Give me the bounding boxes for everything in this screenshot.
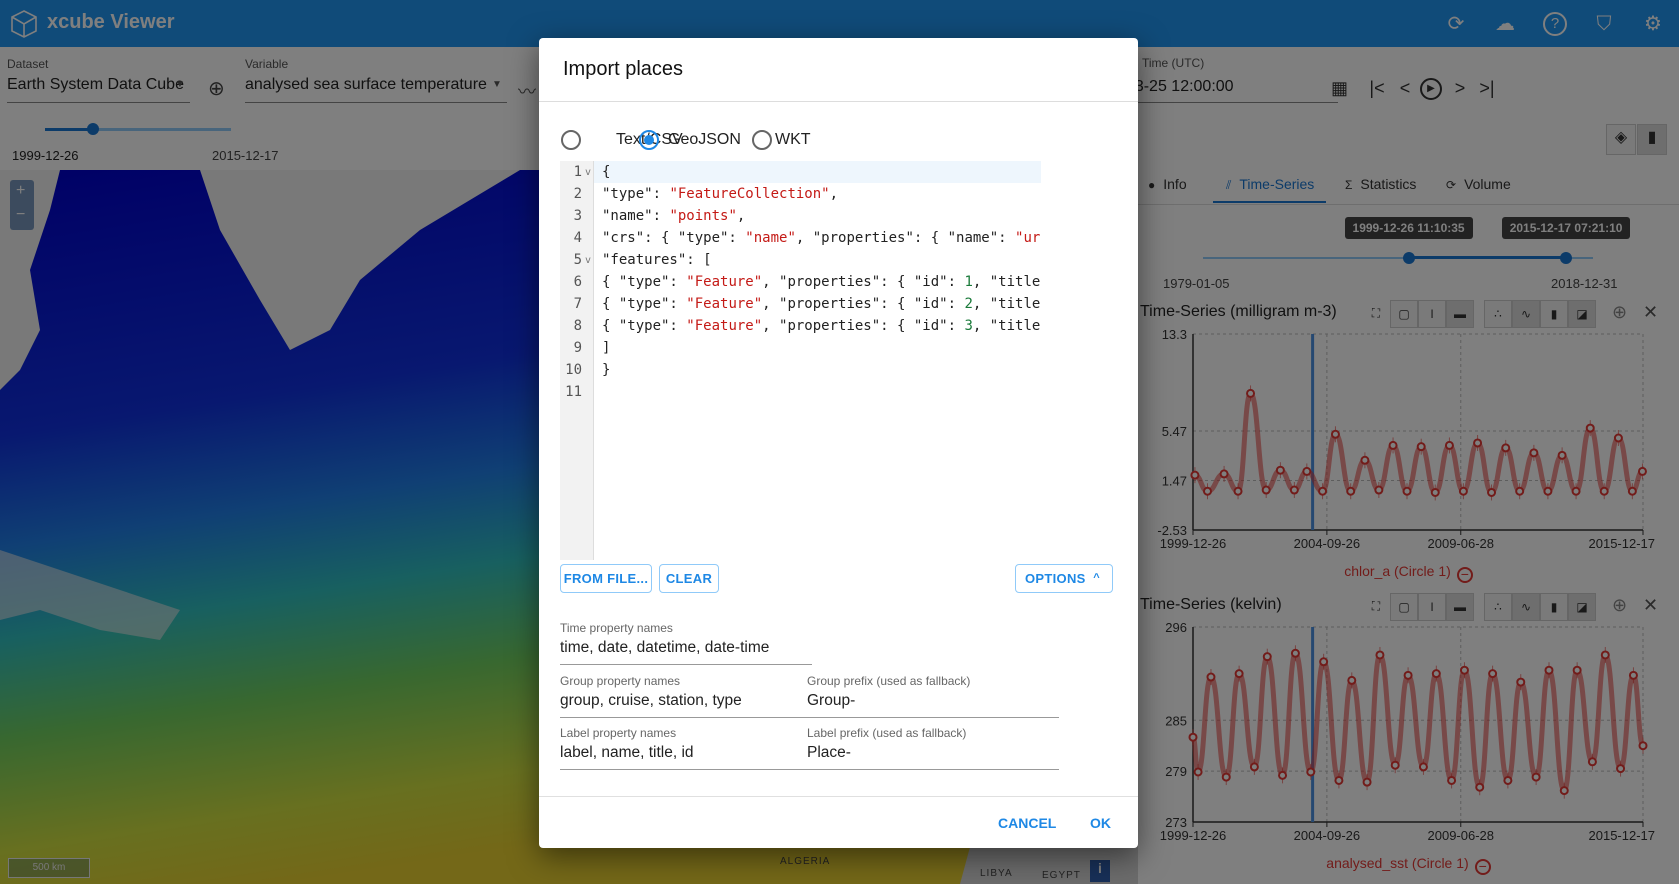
active-line-highlight xyxy=(560,161,1041,183)
code-token: { xyxy=(602,164,611,180)
ok-button[interactable]: OK xyxy=(1090,815,1111,831)
field-label: Group property names xyxy=(560,674,681,688)
code-token: , "title": xyxy=(972,318,1041,334)
code-token: "Feature" xyxy=(686,296,763,312)
line-number: 1 xyxy=(573,164,582,180)
field-label-prefix[interactable]: Label prefix (used as fallback) Place- xyxy=(807,726,1059,772)
code-line: { xyxy=(602,161,610,183)
field-time-names[interactable]: Time property names time, date, datetime,… xyxy=(560,621,812,667)
code-token: "name": xyxy=(602,208,670,224)
radio-checked-icon xyxy=(639,130,659,150)
code-token: "urn:ogc: xyxy=(1015,230,1041,246)
field-input[interactable]: Place- xyxy=(807,744,851,762)
fold-arrow-icon[interactable]: v xyxy=(585,161,591,183)
field-group-prefix[interactable]: Group prefix (used as fallback) Group- xyxy=(807,674,1059,720)
line-number: 4 xyxy=(573,230,582,246)
code-line: "type": "FeatureCollection", xyxy=(602,183,838,205)
divider xyxy=(539,796,1138,797)
field-label-names[interactable]: Label property names label, name, title, … xyxy=(560,726,812,772)
code-line: { "type": "Feature", "properties": { "id… xyxy=(602,293,1041,315)
code-token: 3 xyxy=(964,318,973,334)
code-token: , "properties": { "id": xyxy=(762,296,965,312)
radio-unchecked-icon xyxy=(561,130,581,150)
code-editor[interactable]: 1 v 2 3 4 5 v 6 7 8 9 10 11 {"type": "FeatureCollect… xyxy=(560,161,1041,560)
code-token: , "title": xyxy=(972,274,1041,290)
format-label: GeoJSON xyxy=(668,131,741,148)
field-input[interactable]: Group- xyxy=(807,692,855,710)
field-underline xyxy=(560,717,812,718)
options-label: OPTIONS xyxy=(1025,571,1086,586)
line-number: 8 xyxy=(573,318,582,334)
field-label: Label prefix (used as fallback) xyxy=(807,726,967,740)
line-number: 9 xyxy=(573,340,582,356)
code-token: "name" xyxy=(745,230,796,246)
code-token: { "type": xyxy=(602,274,687,290)
line-number: 6 xyxy=(573,274,582,290)
code-line: } xyxy=(602,359,610,381)
editor-gutter: 1 v 2 3 4 5 v 6 7 8 9 10 11 xyxy=(560,161,594,560)
field-label: Time property names xyxy=(560,621,673,635)
code-token: "type": xyxy=(602,186,670,202)
from-file-button[interactable]: FROM FILE... xyxy=(560,564,652,593)
clear-button[interactable]: CLEAR xyxy=(659,564,719,593)
code-line: ] xyxy=(602,337,610,359)
code-token: "features": [ xyxy=(602,252,712,268)
code-line: "crs": { "type": "name", "properties": {… xyxy=(602,227,1041,249)
code-token: , "title": xyxy=(972,296,1041,312)
divider xyxy=(539,101,1138,102)
code-token: "FeatureCollection" xyxy=(669,186,830,202)
code-line: "name": "points", xyxy=(602,205,745,227)
dialog-title: Import places xyxy=(563,58,684,80)
field-input[interactable]: group, cruise, station, type xyxy=(560,692,742,710)
format-label: WKT xyxy=(775,131,811,148)
code-token: "crs": { "type": xyxy=(602,230,746,246)
code-token: { "type": xyxy=(602,318,687,334)
code-token: } xyxy=(602,362,611,378)
code-token: , xyxy=(736,208,746,224)
code-line: { "type": "Feature", "properties": { "id… xyxy=(602,271,1041,293)
line-number: 3 xyxy=(573,208,582,224)
line-number: 7 xyxy=(573,296,582,312)
code-token: 1 xyxy=(964,274,973,290)
field-underline xyxy=(807,717,1059,718)
cancel-button[interactable]: CANCEL xyxy=(998,815,1056,831)
fold-arrow-icon[interactable]: v xyxy=(585,249,591,271)
code-token: "Feature" xyxy=(686,274,763,290)
field-underline xyxy=(560,769,812,770)
code-line: "features": [ xyxy=(602,249,712,271)
options-button[interactable]: OPTIONS ^ xyxy=(1015,564,1113,593)
code-line: { "type": "Feature", "properties": { "id… xyxy=(602,315,1041,337)
code-token: 2 xyxy=(964,296,973,312)
line-number: 2 xyxy=(573,186,582,202)
field-label: Label property names xyxy=(560,726,677,740)
field-input[interactable]: label, name, title, id xyxy=(560,744,694,762)
code-token: , xyxy=(829,186,839,202)
radio-unchecked-icon xyxy=(752,130,772,150)
code-token: , "properties": { "id": xyxy=(762,274,965,290)
field-input[interactable]: time, date, datetime, date-time xyxy=(560,639,769,657)
field-underline xyxy=(560,664,812,665)
format-radio-geojson[interactable]: GeoJSON xyxy=(639,129,741,151)
code-token: , "properties": { "id": xyxy=(762,318,965,334)
line-number: 10 xyxy=(565,362,582,378)
format-radio-wkt[interactable]: WKT xyxy=(752,129,812,151)
code-token: ] xyxy=(602,340,611,356)
field-label: Group prefix (used as fallback) xyxy=(807,674,971,688)
code-token: { "type": xyxy=(602,296,687,312)
code-token: , "properties": { "name": xyxy=(795,230,1016,246)
import-places-dialog: Import places Text/CSV GeoJSON WKT 1v2345v… xyxy=(539,38,1138,848)
chevron-up-icon: ^ xyxy=(1093,572,1100,584)
field-underline xyxy=(807,769,1059,770)
line-number: 5 xyxy=(573,252,582,268)
code-token: "points" xyxy=(669,208,737,224)
line-number: 11 xyxy=(565,384,582,400)
field-group-names[interactable]: Group property names group, cruise, stati… xyxy=(560,674,812,720)
code-token: "Feature" xyxy=(686,318,763,334)
